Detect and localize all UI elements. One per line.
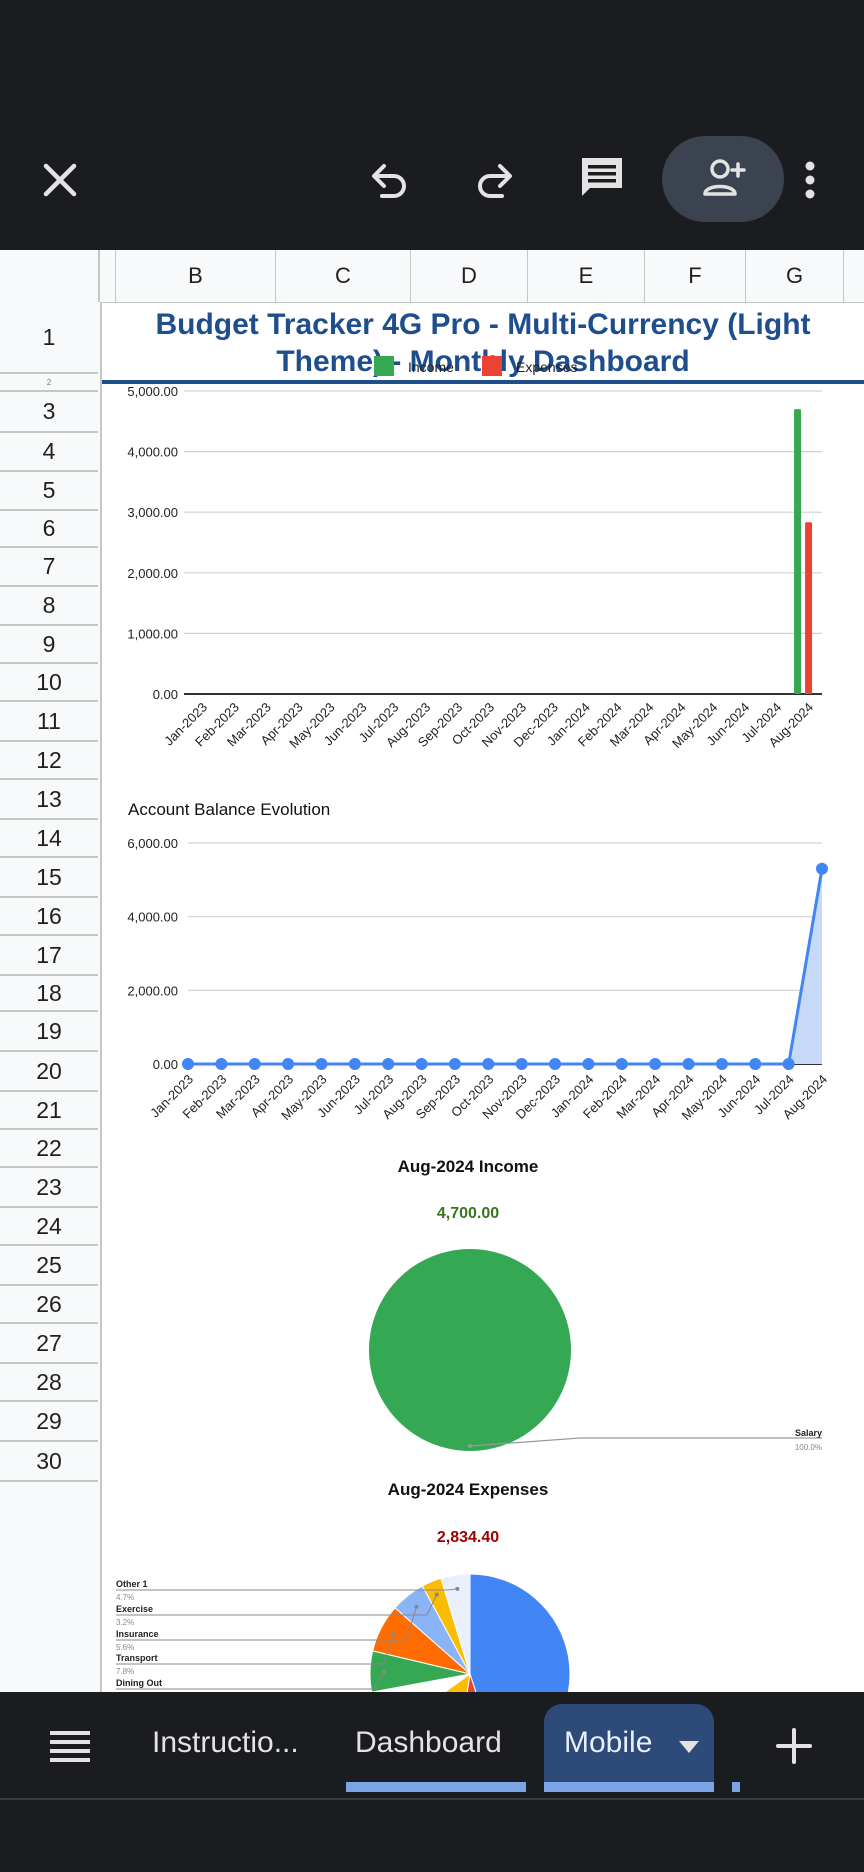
undo-icon[interactable] — [358, 152, 422, 208]
balance-line — [188, 868, 824, 1066]
top-toolbar — [0, 0, 864, 250]
area-chart-title: Account Balance Evolution — [128, 800, 330, 819]
legend-label-income: Income — [408, 359, 454, 375]
area-ytick-label: 4,000.00 — [127, 910, 178, 925]
balance-point-aug-2023[interactable] — [415, 1058, 428, 1070]
caret-down-icon[interactable] — [678, 1740, 700, 1759]
balance-point-mar-2023[interactable] — [248, 1058, 261, 1070]
redo-icon[interactable] — [462, 152, 526, 208]
income-pie-total: 4,700.00 — [437, 1205, 499, 1222]
balance-point-may-2023[interactable] — [315, 1058, 328, 1070]
income-expenses-bar-chart[interactable]: Income Expenses 0.00 1,000.00 2,000.00 3,000.… — [127, 356, 822, 751]
bar-ytick-label: 3,000.00 — [127, 505, 178, 520]
area-ytick-label: 2,000.00 — [127, 983, 178, 998]
balance-point-mar-2024[interactable] — [649, 1058, 662, 1070]
balance-point-aug-2024[interactable] — [816, 862, 828, 875]
bar-ytick-label: 4,000.00 — [127, 445, 178, 460]
tab-dashboard[interactable]: Dashboard — [355, 1726, 502, 1760]
bar-ytick-label: 1,000.00 — [127, 626, 178, 641]
expense-leader-dot — [434, 1592, 439, 1597]
expense-slice-label: Exercise — [116, 1604, 153, 1614]
income-slice-salary[interactable] — [369, 1249, 571, 1451]
balance-point-apr-2023[interactable] — [282, 1058, 295, 1070]
bar-expenses-aug-2024[interactable] — [805, 522, 813, 694]
tab-mobile[interactable]: Mobile — [544, 1704, 714, 1788]
legend-swatch-income — [374, 356, 394, 376]
tab-scroll-indicator — [732, 1782, 740, 1792]
balance-point-jul-2024[interactable] — [782, 1058, 795, 1070]
balance-point-jan-2023[interactable] — [182, 1058, 194, 1070]
balance-point-oct-2023[interactable] — [482, 1058, 495, 1070]
account-balance-area-chart[interactable]: Account Balance Evolution 0.00 2,000.00 4,0… — [127, 800, 830, 1123]
area-ytick-label: 6,000.00 — [127, 836, 178, 851]
tab-bar-divider — [0, 1798, 864, 1800]
bar-ytick-label: 5,000.00 — [127, 384, 178, 399]
income-pie-title: Aug-2024 Income — [398, 1157, 539, 1176]
balance-point-feb-2024[interactable] — [615, 1058, 628, 1070]
plus-icon[interactable] — [774, 1726, 814, 1771]
balance-point-nov-2023[interactable] — [515, 1058, 528, 1070]
balance-point-dec-2023[interactable] — [549, 1058, 562, 1070]
more-vert-icon[interactable] — [790, 150, 830, 210]
expense-slice-label: Other 1 — [116, 1579, 148, 1589]
area-ytick-label: 0.00 — [153, 1057, 178, 1072]
expense-slice-label: Insurance — [116, 1629, 159, 1639]
balance-point-jun-2023[interactable] — [348, 1058, 361, 1070]
expense-slice-label: Transport — [116, 1653, 158, 1663]
spreadsheet-grid[interactable]: B C D E F G 1 2 3 4 5 6 7 8 9 10 11 12 13 14 15 16 17 18 1… — [0, 250, 864, 1692]
income-leader-line — [469, 1437, 822, 1447]
income-pie-chart[interactable]: Aug-2024 Income 4,700.00 Salary 100.0% — [369, 1157, 822, 1452]
expense-leader-dot — [414, 1604, 419, 1609]
expense-slice-pct: 3.2% — [116, 1618, 134, 1627]
bar-income-aug-2024[interactable] — [794, 409, 802, 694]
expense-slice-remaining[interactable] — [469, 1573, 571, 1692]
expense-slice-label: Dining Out — [116, 1678, 162, 1688]
bar-ytick-label: 0.00 — [153, 687, 178, 702]
sheet-tab-bar: Instructio... Dashboard Mobile — [0, 1692, 864, 1872]
comment-icon[interactable] — [570, 148, 634, 208]
close-icon[interactable] — [30, 150, 90, 210]
balance-point-jul-2023[interactable] — [382, 1058, 395, 1070]
expense-slice-pct: 5.6% — [116, 1643, 134, 1652]
legend-swatch-expenses — [482, 356, 502, 376]
expense-leader-dot — [382, 1669, 387, 1674]
tab-instructions[interactable]: Instructio... — [152, 1726, 299, 1760]
balance-point-feb-2023[interactable] — [215, 1058, 228, 1070]
balance-point-apr-2024[interactable] — [682, 1058, 695, 1070]
expense-slice-pct: 4.7% — [116, 1593, 134, 1602]
share-button[interactable] — [662, 136, 784, 222]
expense-leader-dot — [391, 1632, 396, 1637]
tab-dashboard-indicator — [346, 1782, 526, 1792]
expense-leader-line — [116, 1588, 458, 1591]
expense-leader-line — [116, 1606, 417, 1641]
expenses-pie-total: 2,834.40 — [437, 1529, 499, 1546]
income-leader-dot — [468, 1444, 472, 1448]
expense-leader-line — [116, 1594, 438, 1616]
balance-point-sep-2023[interactable] — [448, 1058, 461, 1070]
tab-mobile-label: Mobile — [564, 1726, 653, 1759]
person-add-icon — [700, 156, 746, 205]
expenses-pie-title: Aug-2024 Expenses — [388, 1480, 549, 1499]
bar-ytick-label: 2,000.00 — [127, 566, 178, 581]
expense-leader-dot — [455, 1586, 460, 1591]
balance-point-jun-2024[interactable] — [749, 1058, 762, 1070]
list-icon[interactable] — [48, 1728, 92, 1769]
balance-area-fill — [188, 868, 822, 1064]
balance-point-jan-2024[interactable] — [582, 1058, 595, 1070]
income-slice-pct: 100.0% — [795, 1443, 822, 1452]
tab-mobile-indicator — [544, 1782, 714, 1792]
dashboard-charts: Income Expenses 0.00 1,000.00 2,000.00 3,000.… — [116, 356, 830, 1692]
balance-point-may-2024[interactable] — [715, 1058, 728, 1070]
expense-slice-pct: 7.8% — [116, 1667, 134, 1676]
legend-label-expenses: Expenses — [516, 359, 577, 375]
expenses-pie-chart[interactable]: Aug-2024 Expenses 2,834.40 Other 1 4.7% Exer… — [116, 1480, 571, 1692]
income-slice-label: Salary — [795, 1428, 822, 1438]
